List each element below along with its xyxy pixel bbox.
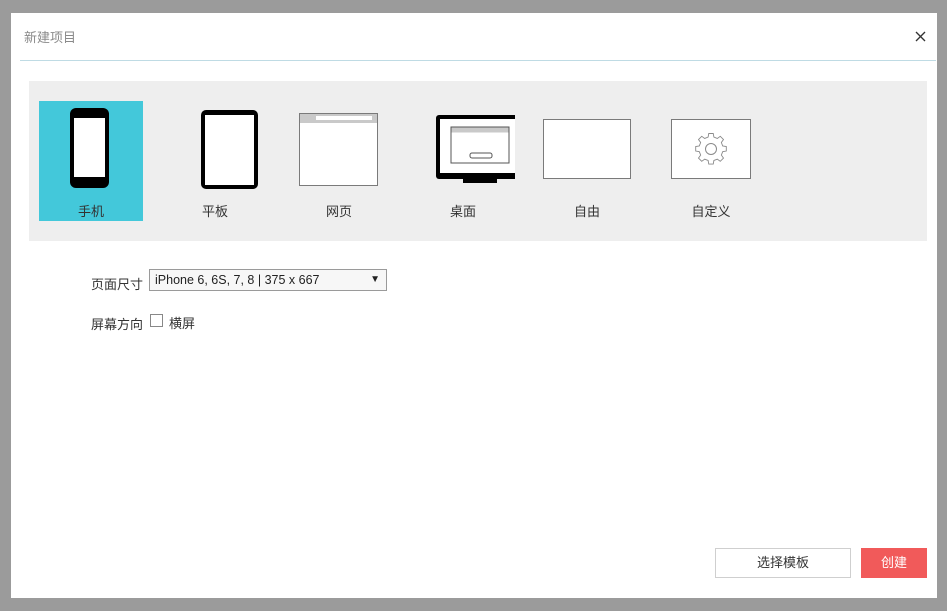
device-tile-custom[interactable]: 自定义 [659, 101, 763, 221]
device-tile-label: 平板 [201, 204, 228, 219]
device-tile-tablet[interactable]: 平板 [163, 101, 267, 221]
page-size-select[interactable]: iPhone 6, 6S, 7, 8 | 375 x 667 ▼ [149, 269, 387, 291]
device-tile-label: 自由 [573, 204, 600, 219]
tablet-icon [201, 110, 258, 189]
device-tile-label: 网页 [325, 204, 352, 219]
new-project-dialog: 新建项目 手机 平板 网页 桌面 自由 自定义 页面尺寸 iPhone 6, 6… [11, 13, 937, 598]
page-size-label: 页面尺寸 [91, 277, 144, 292]
device-tile-label: 手机 [77, 204, 104, 219]
landscape-checkbox[interactable] [150, 314, 163, 327]
select-template-button[interactable]: 选择模板 [715, 548, 851, 578]
close-icon[interactable] [911, 27, 929, 45]
device-tile-phone[interactable]: 手机 [39, 101, 143, 221]
page-size-value: iPhone 6, 6S, 7, 8 | 375 x 667 [155, 273, 320, 287]
orientation-label: 屏幕方向 [91, 317, 144, 332]
device-type-panel: 手机 平板 网页 桌面 自由 自定义 [29, 81, 927, 241]
device-tile-free[interactable]: 自由 [535, 101, 639, 221]
title-divider [20, 60, 936, 61]
desktop-icon [436, 115, 515, 183]
gear-icon [671, 119, 751, 179]
phone-icon [70, 108, 109, 188]
create-button[interactable]: 创建 [861, 548, 927, 578]
device-tile-webpage[interactable]: 网页 [287, 101, 391, 221]
device-tile-desktop[interactable]: 桌面 [411, 101, 515, 221]
free-canvas-icon [543, 119, 631, 179]
device-tile-label: 桌面 [449, 204, 476, 219]
landscape-checkbox-label[interactable]: 横屏 [169, 313, 195, 332]
dialog-title: 新建项目 [24, 30, 77, 45]
webpage-icon [299, 113, 378, 186]
device-tile-label: 自定义 [691, 204, 731, 219]
dropdown-arrow-icon: ▼ [370, 274, 380, 285]
